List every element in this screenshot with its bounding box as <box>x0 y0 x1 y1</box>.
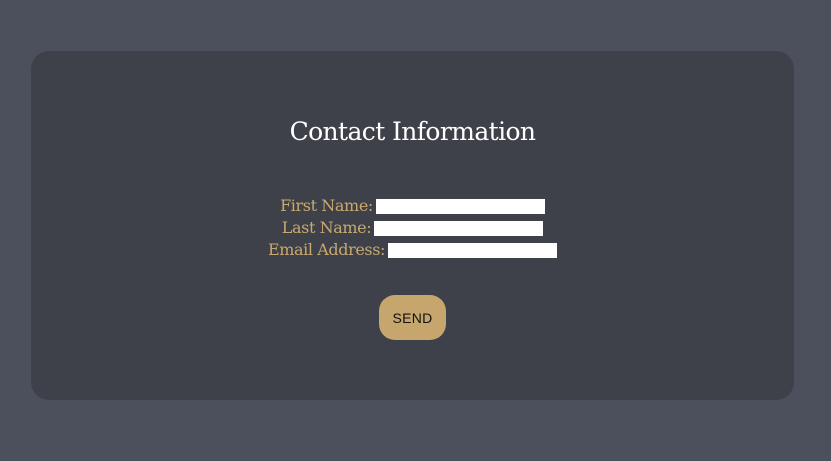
email-address-field[interactable] <box>388 242 558 258</box>
email-row: Email Address: <box>31 239 794 261</box>
contact-card: Contact Information First Name: Last Nam… <box>31 51 794 400</box>
email-address-label: Email Address: <box>267 240 386 259</box>
last-name-field[interactable] <box>374 220 544 236</box>
last-name-label: Last Name: <box>281 218 372 237</box>
send-button[interactable]: SEND <box>379 295 446 340</box>
form-title: Contact Information <box>289 117 536 146</box>
first-name-label: First Name: <box>280 196 373 215</box>
contact-form: First Name: Last Name: Email Address: <box>31 195 794 261</box>
first-name-field[interactable] <box>375 198 545 214</box>
first-name-row: First Name: <box>31 195 794 217</box>
last-name-row: Last Name: <box>31 217 794 239</box>
